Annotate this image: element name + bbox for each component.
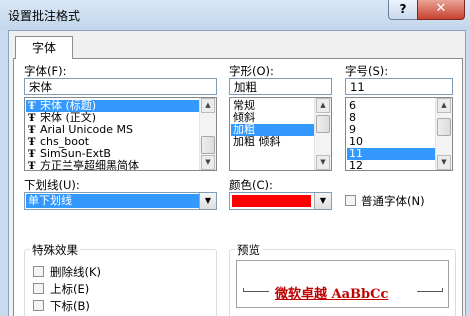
scroll-down-icon[interactable]: ▼ — [316, 155, 330, 170]
underline-label: 下划线(U): — [24, 178, 80, 192]
style-list-scrollbar[interactable]: ▲ ▼ — [314, 98, 331, 170]
scroll-thumb[interactable] — [437, 118, 451, 136]
font-list-item[interactable]: Ŧ 方正兰亭超细黑简体 — [26, 160, 200, 171]
effects-group-label: 特殊效果 — [30, 242, 80, 258]
scroll-up-icon[interactable]: ▲ — [437, 98, 451, 113]
scroll-down-icon[interactable]: ▼ — [201, 155, 215, 170]
help-button[interactable]: ? — [388, 0, 418, 20]
truetype-font-icon: Ŧ — [28, 161, 36, 171]
strikethrough-label[interactable]: 删除线(K) — [50, 264, 101, 280]
size-list-scrollbar[interactable]: ▲ ▼ — [435, 98, 452, 170]
font-list-scrollbar[interactable]: ▲ ▼ — [199, 98, 216, 170]
chevron-down-icon[interactable]: ▼ — [199, 193, 216, 209]
scroll-down-icon[interactable]: ▼ — [437, 155, 451, 170]
superscript-checkbox[interactable] — [33, 283, 44, 294]
style-list-item[interactable]: 加粗 倾斜 — [231, 136, 315, 148]
preview-tick-left — [243, 288, 244, 292]
style-input[interactable]: 加粗 — [229, 78, 332, 95]
color-label: 颜色(C): — [229, 178, 273, 192]
font-list-item-label: 方正兰亭超细黑简体 — [40, 159, 139, 171]
scroll-thumb[interactable] — [201, 136, 215, 154]
scroll-thumb[interactable] — [316, 115, 330, 133]
size-list-item[interactable]: 12 — [347, 160, 436, 171]
close-button[interactable]: ✕ — [417, 0, 465, 20]
size-list-item[interactable]: 6 — [347, 100, 436, 112]
preview-baseline-left — [243, 291, 269, 292]
size-list[interactable]: 6 8 9 10 11 12 ▲ ▼ — [345, 97, 453, 171]
underline-select[interactable]: 单下划线 ▼ — [24, 192, 217, 210]
chevron-down-icon[interactable]: ▼ — [314, 193, 331, 209]
size-label: 字号(S): — [345, 64, 389, 78]
size-input[interactable]: 11 — [345, 78, 453, 95]
subscript-label[interactable]: 下标(B) — [50, 298, 90, 314]
dialog-window: 设置批注格式 ? ✕ 字体 字体(F): 宋体 Ŧ 宋体 (标题) Ŧ 宋体 (正文… — [0, 0, 470, 316]
normal-font-checkbox[interactable] — [345, 195, 356, 206]
preview-group-label: 预览 — [235, 242, 262, 258]
scroll-up-icon[interactable]: ▲ — [316, 98, 330, 113]
font-label: 字体(F): — [24, 64, 67, 78]
color-select[interactable]: ▼ — [229, 192, 332, 210]
tab-font[interactable]: 字体 — [15, 36, 73, 59]
window-title: 设置批注格式 — [8, 9, 81, 23]
size-list-item[interactable]: 8 — [347, 112, 436, 124]
superscript-label[interactable]: 上标(E) — [50, 281, 89, 297]
style-list[interactable]: 常规 倾斜 加粗 加粗 倾斜 ▲ ▼ — [229, 97, 332, 171]
font-list[interactable]: Ŧ 宋体 (标题) Ŧ 宋体 (正文) Ŧ Arial Unicode MS Ŧchs… — [24, 97, 217, 171]
preview-sample-text: 微软卓越 AaBbCc — [275, 287, 389, 302]
preview-tick-right — [442, 288, 443, 292]
color-swatch — [232, 195, 311, 207]
font-input[interactable]: 宋体 — [24, 78, 217, 95]
font-tab-panel: 字体(F): 宋体 Ŧ 宋体 (标题) Ŧ 宋体 (正文) Ŧ Arial Unico… — [13, 58, 463, 316]
style-label: 字形(O): — [229, 64, 274, 78]
dialog-client-area: 字体 字体(F): 宋体 Ŧ 宋体 (标题) Ŧ 宋体 (正文) Ŧ Arial Un… — [8, 30, 466, 316]
preview-baseline-right — [417, 291, 443, 292]
underline-select-value: 单下划线 — [26, 194, 199, 208]
scroll-up-icon[interactable]: ▲ — [201, 98, 215, 113]
normal-font-label[interactable]: 普通字体(N) — [361, 193, 425, 209]
preview-box: 微软卓越 AaBbCc — [236, 260, 449, 308]
title-bar: 设置批注格式 ? ✕ — [0, 0, 470, 30]
subscript-checkbox[interactable] — [33, 300, 44, 311]
strikethrough-checkbox[interactable] — [33, 266, 44, 277]
